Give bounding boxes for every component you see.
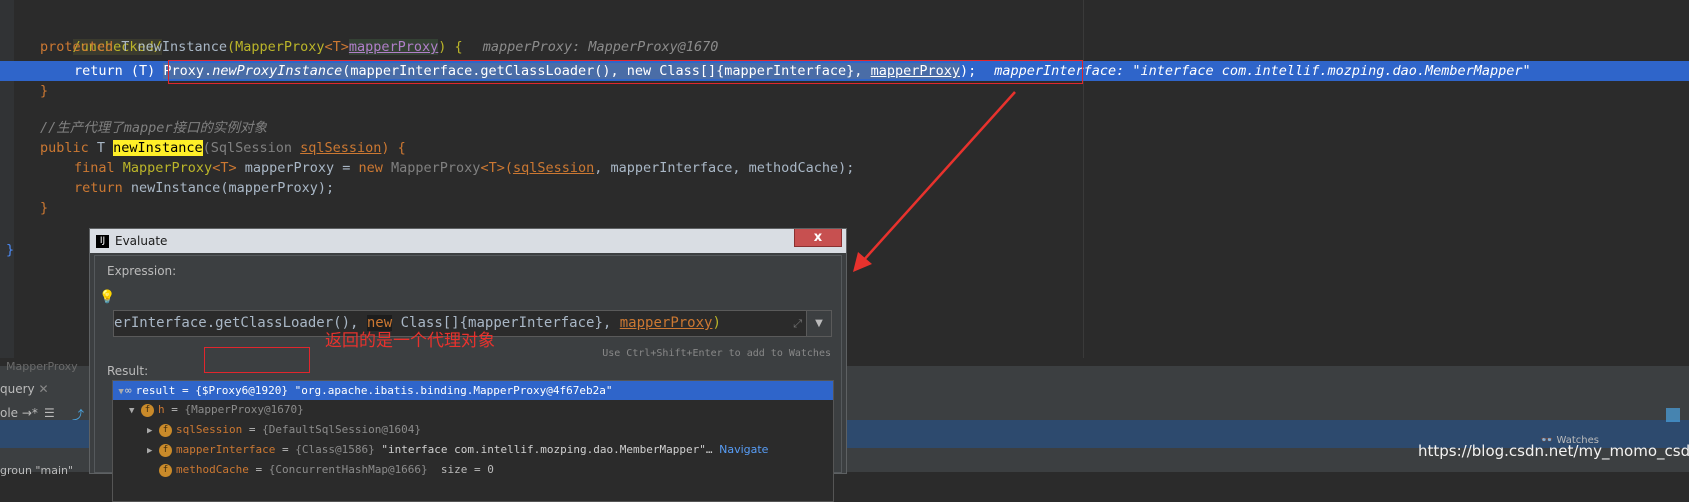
var-name: result — [135, 384, 176, 397]
list-icon[interactable]: ☰ — [44, 406, 55, 420]
var-value: size = 0 — [427, 463, 494, 476]
dialog-titlebar[interactable]: IJ Evaluate — [90, 229, 846, 253]
var-name: methodCache — [176, 463, 249, 476]
var-name: mapperInterface — [176, 443, 276, 456]
expand-triangle-icon[interactable]: ▶ — [147, 422, 159, 441]
var-name: sqlSession — [176, 423, 243, 436]
watch-glasses-icon: ∞ — [125, 384, 132, 397]
var-eq: = — [275, 443, 296, 456]
watches-hint: Use Ctrl+Shift+Enter to add to Watches — [602, 348, 831, 359]
layout-icon[interactable] — [1666, 408, 1680, 422]
navigate-link[interactable]: Navigate — [719, 443, 768, 456]
watermark: https://blog.csdn.net/my_momo_csdn — [1418, 442, 1689, 460]
close-button[interactable]: x — [794, 229, 842, 247]
console-tab[interactable]: ole →* — [0, 406, 38, 420]
var-ref: {$Proxy6@1920} — [195, 384, 288, 397]
tree-row-h[interactable]: ▼ f h = {MapperProxy@1670} — [113, 400, 833, 419]
panel-tab-query[interactable]: query ✕ — [0, 382, 49, 396]
var-eq: = — [175, 384, 196, 397]
result-label: Result: — [107, 364, 149, 378]
close-icon[interactable]: ✕ — [38, 382, 48, 396]
lightbulb-icon[interactable]: 💡 — [99, 290, 115, 305]
field-icon: f — [159, 443, 172, 457]
result-tree[interactable]: ▼ ∞ result = {$Proxy6@1920} "org.apache.ib… — [112, 380, 834, 502]
intellij-logo-icon: IJ — [96, 235, 109, 248]
field-icon: f — [159, 423, 172, 437]
var-ref: {ConcurrentHashMap@1666} — [268, 463, 428, 476]
expression-label: Expression: — [107, 264, 177, 278]
field-icon: f — [159, 463, 172, 477]
dialog-title: Evaluate — [115, 234, 168, 248]
history-dropdown-button[interactable]: ▼ — [806, 310, 832, 337]
var-eq: = — [248, 463, 269, 476]
editor-tab-mapperproxy[interactable]: MapperProxy — [6, 360, 78, 373]
tree-row-sqlsession[interactable]: ▶ f sqlSession = {DefaultSqlSession@1604} — [113, 420, 833, 439]
var-eq: = — [242, 423, 263, 436]
expand-triangle-icon[interactable]: ▶ — [147, 442, 159, 461]
tree-row-mapperinterface[interactable]: ▶ f mapperInterface = {Class@1586} "interf… — [113, 440, 833, 459]
highlight-box-proxy — [204, 347, 310, 373]
var-ref: {MapperProxy@1670} — [184, 403, 304, 416]
expand-icon[interactable]: ⤢ — [793, 311, 802, 336]
var-value: "interface com.intellif.mozping.dao.Memb… — [374, 443, 713, 456]
annotation-text-proxy: 返回的是一个代理对象 — [325, 331, 495, 351]
tree-row-result[interactable]: ▼∞ result = {$Proxy6@1920} "org.apache.ib… — [113, 381, 833, 400]
var-value: "org.apache.ibatis.binding.MapperProxy@4… — [287, 384, 613, 397]
evaluate-dialog: IJ Evaluate x Expression: 💡 erInterface.g… — [89, 228, 847, 502]
var-ref: {DefaultSqlSession@1604} — [262, 423, 422, 436]
var-name: h — [158, 403, 165, 416]
var-ref: {Class@1586} — [295, 443, 375, 456]
chevron-down-icon: ▼ — [815, 318, 823, 329]
expression-arg: mapperProxy — [619, 315, 713, 331]
tree-row-methodcache[interactable]: f methodCache = {ConcurrentHashMap@1666} … — [113, 460, 833, 479]
expand-triangle-icon[interactable]: ▼ — [129, 402, 141, 421]
expression-paren: ) — [712, 315, 721, 331]
field-icon: f — [141, 403, 154, 417]
thread-selector[interactable]: groun "main" — [0, 464, 73, 477]
var-eq: = — [164, 403, 185, 416]
